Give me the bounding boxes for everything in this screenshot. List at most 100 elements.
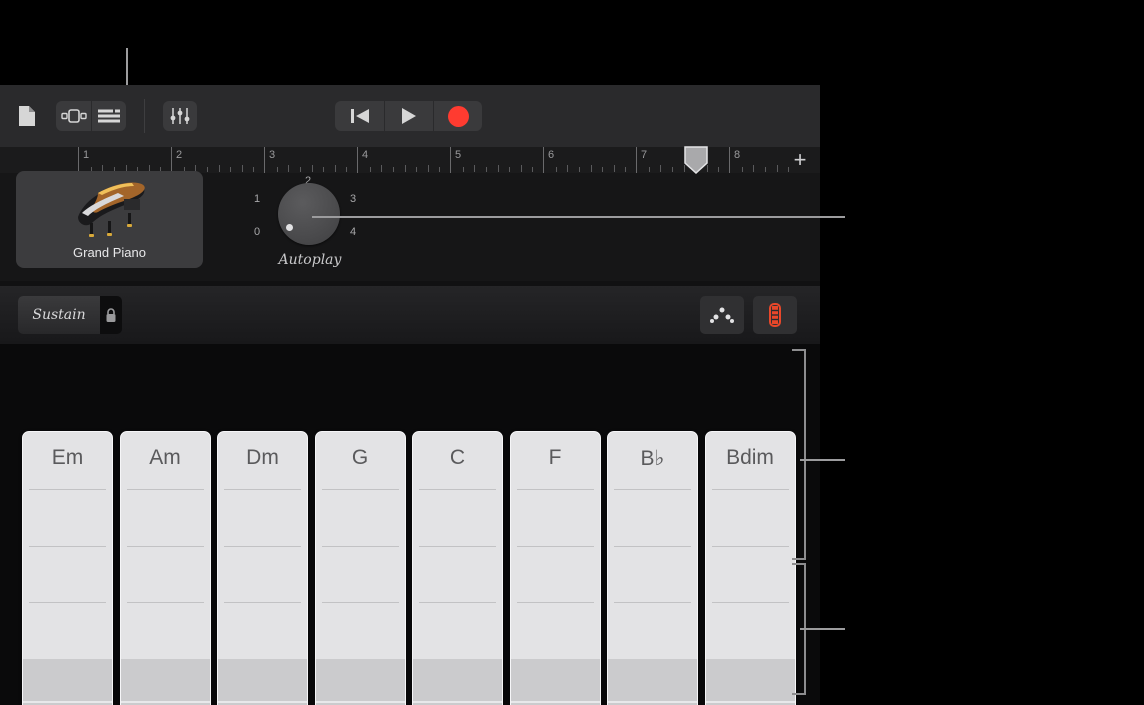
play-button[interactable]: [384, 101, 433, 131]
callout-line-bass-notes: [800, 628, 845, 630]
chord-strip-bass-zone[interactable]: [706, 659, 795, 705]
chord-strip[interactable]: C: [412, 431, 503, 705]
chord-strip-divider: [614, 489, 691, 490]
ruler-tick: [207, 167, 208, 172]
view-segmented-control[interactable]: [56, 101, 126, 131]
chord-strips-container: Em Am Dm GCF B♭ Bdim: [0, 344, 820, 705]
chord-strip[interactable]: Am: [120, 431, 211, 705]
instrument-browser-icon[interactable]: [56, 101, 91, 131]
record-dot: [448, 106, 469, 127]
add-track-button[interactable]: +: [788, 147, 812, 173]
chord-strip-bass-zone[interactable]: [608, 659, 697, 705]
chord-strip-label: Bdim: [706, 446, 795, 470]
ruler-bar: 8: [729, 147, 792, 173]
ruler-tick: [718, 167, 719, 172]
top-toolbar: ?: [0, 85, 820, 147]
ruler-tick: [370, 167, 371, 172]
autoplay-knob-indicator: [286, 224, 293, 231]
tracks-view-icon[interactable]: [91, 101, 126, 131]
chord-strip-bass-zone[interactable]: [511, 659, 600, 705]
chord-strip-bass-divider: [316, 701, 405, 703]
chord-strip-divider: [712, 602, 789, 603]
ruler-bar-number: 5: [455, 149, 461, 161]
mixer-sliders-icon[interactable]: [163, 101, 197, 131]
ruler-tick: [230, 167, 231, 172]
chord-strip-bass-divider: [608, 701, 697, 703]
chord-strip-bass-zone[interactable]: [218, 659, 307, 705]
ruler-bar-number: 2: [176, 149, 182, 161]
ruler-tick: [242, 165, 243, 172]
chord-strip-bass-zone[interactable]: [121, 659, 210, 705]
toolbar-divider: [144, 99, 145, 133]
chord-strip-bass-divider: [218, 701, 307, 703]
chord-strip[interactable]: B♭: [607, 431, 698, 705]
ruler-bar-number: 7: [641, 149, 647, 161]
ruler-tick: [393, 167, 394, 172]
chord-strip-label: B♭: [608, 446, 697, 471]
autoplay-control[interactable]: 0 1 2 3 4 Autoplay: [250, 169, 370, 273]
chord-strip-bass-zone[interactable]: [316, 659, 405, 705]
autoplay-tick-1: 1: [254, 193, 260, 205]
ruler-tick: [474, 165, 475, 172]
ruler-tick: [219, 165, 220, 172]
chord-strip[interactable]: Dm: [217, 431, 308, 705]
ruler-bar-number: 1: [83, 149, 89, 161]
playhead-marker[interactable]: [682, 145, 710, 175]
callout-line-chord-notes: [800, 459, 845, 461]
chord-strip-divider: [29, 602, 106, 603]
record-button[interactable]: [433, 101, 482, 131]
chord-strip[interactable]: G: [315, 431, 406, 705]
ruler-tick: [579, 167, 580, 172]
arpeggiator-button[interactable]: [753, 296, 797, 334]
ruler-tick: [602, 167, 603, 172]
chord-strip-divider: [614, 602, 691, 603]
ruler-tick: [567, 165, 568, 172]
chord-strip-divider: [224, 489, 301, 490]
chord-strip-bass-divider: [511, 701, 600, 703]
chord-strip[interactable]: Em: [22, 431, 113, 705]
ruler-bar-number: 6: [548, 149, 554, 161]
ruler-tick: [753, 165, 754, 172]
rewind-button[interactable]: [335, 101, 384, 131]
chord-strip-divider: [127, 489, 204, 490]
autoplay-tick-0: 0: [254, 226, 260, 238]
ruler-tick: [521, 165, 522, 172]
chord-strip-bass-zone[interactable]: [413, 659, 502, 705]
ruler-tick: [439, 167, 440, 172]
autoplay-knob[interactable]: [278, 183, 340, 245]
chord-strip[interactable]: F: [510, 431, 601, 705]
chord-strip-divider: [614, 546, 691, 547]
chord-strip-label: G: [316, 446, 405, 470]
chord-strip-bass-divider: [121, 701, 210, 703]
ruler-tick: [649, 167, 650, 172]
sustain-button[interactable]: Sustain: [18, 296, 100, 334]
ruler-tick: [672, 167, 673, 172]
callout-line-autoplay: [312, 216, 845, 218]
ruler-tick: [742, 167, 743, 172]
ruler-bar-number: 8: [734, 149, 740, 161]
chord-strip-divider: [419, 489, 496, 490]
ruler-tick: [660, 165, 661, 172]
transport-controls: [335, 101, 482, 131]
chord-strip-divider: [517, 489, 594, 490]
chord-strip-divider: [712, 546, 789, 547]
lock-icon[interactable]: [100, 296, 122, 334]
chord-strip-divider: [29, 546, 106, 547]
ruler-bar: 6: [543, 147, 636, 173]
chord-strip-bass-divider: [23, 701, 112, 703]
chord-strip-divider: [322, 602, 399, 603]
chord-strip-divider: [127, 602, 204, 603]
ruler-bar: 5: [450, 147, 543, 173]
chord-strip-bass-divider: [706, 701, 795, 703]
chord-strip-bass-zone[interactable]: [23, 659, 112, 705]
screenshot-root: ? 12345678 +: [0, 0, 1144, 705]
app-window: ? 12345678 +: [0, 85, 820, 705]
sustain-control: Sustain: [18, 296, 122, 334]
instrument-control-strip: Sustain: [0, 286, 820, 344]
chord-strip[interactable]: Bdim: [705, 431, 796, 705]
chord-strip-label: Am: [121, 446, 210, 470]
chord-mode-button[interactable]: [700, 296, 744, 334]
ruler-bar: 1: [78, 147, 171, 173]
track-grand-piano[interactable]: Grand Piano: [16, 171, 203, 268]
document-icon[interactable]: [12, 101, 42, 131]
